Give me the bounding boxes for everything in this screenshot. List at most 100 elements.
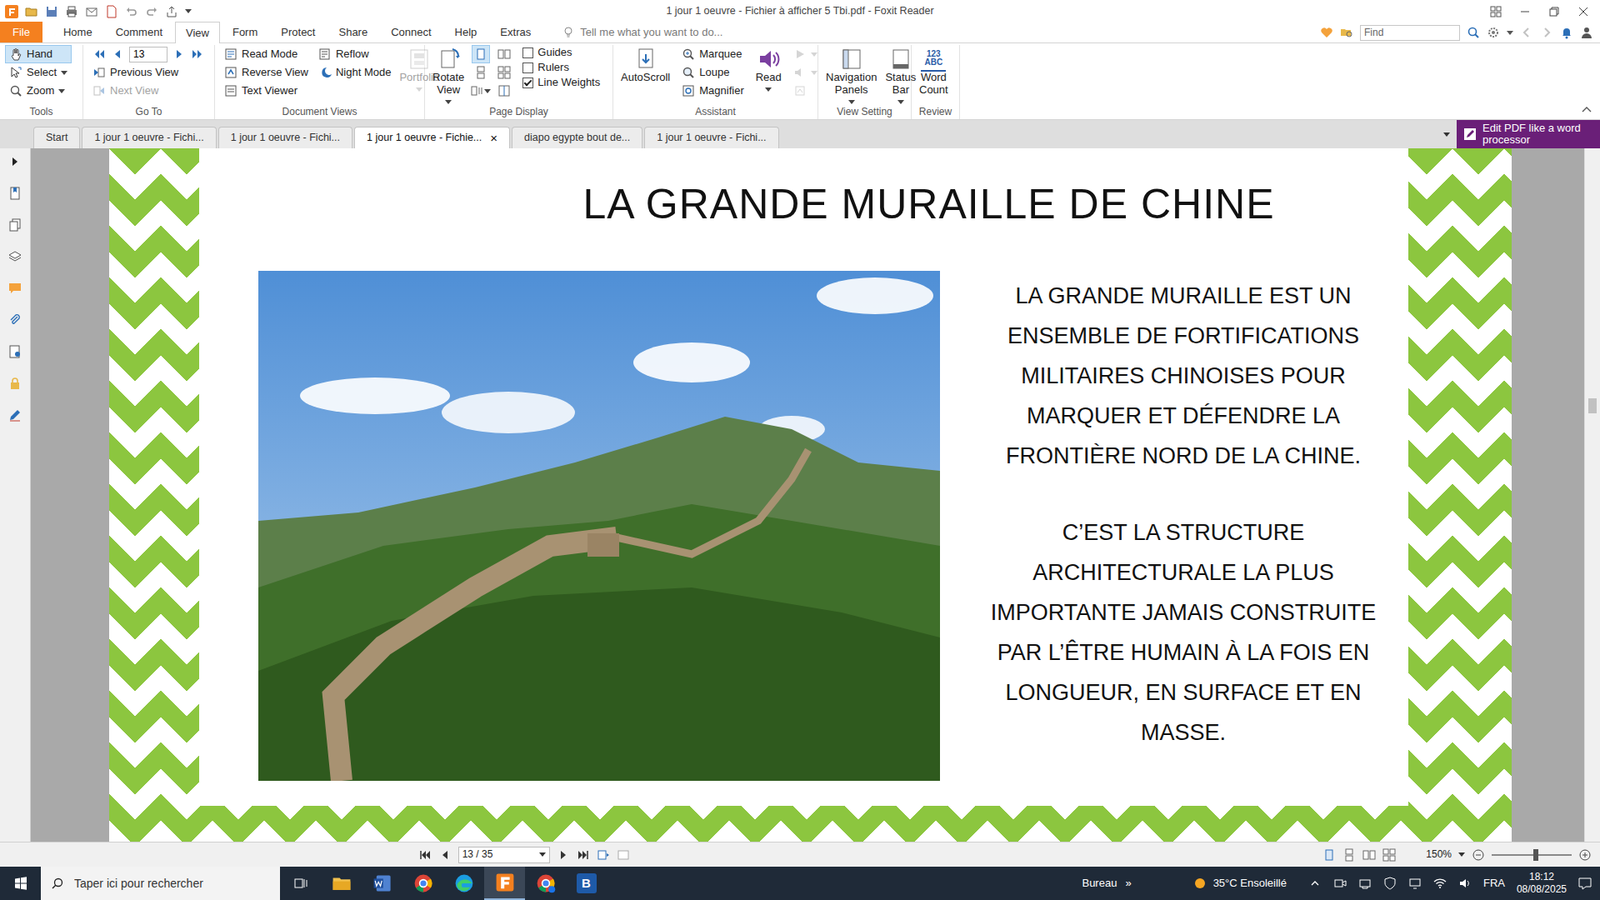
last-page-icon[interactable] [576,848,590,862]
zoom-dropdown-icon[interactable] [1458,852,1465,857]
signatures-icon[interactable] [8,345,22,359]
fit-page-icon[interactable] [596,848,610,862]
foxit-logo-icon[interactable] [5,5,19,19]
save-icon[interactable] [45,5,59,19]
help-tab[interactable]: Help [444,21,489,43]
back-icon[interactable] [1520,25,1534,40]
home-tab[interactable]: Home [52,21,104,43]
settings-arrow-icon[interactable] [1506,30,1514,35]
redo-icon[interactable] [145,5,159,19]
zoom-button[interactable]: Zoom [5,81,72,100]
editor-banner[interactable]: Edit PDF like a word processor [1456,120,1600,149]
next-page-icon[interactable] [556,848,570,862]
vertical-scrollbar[interactable] [1584,148,1600,842]
document-tab[interactable]: 1 jour 1 oeuvre - Fichi... [644,126,779,149]
single-page-button[interactable] [471,45,490,64]
reflow-button[interactable]: Reflow [314,45,395,64]
share-icon[interactable] [165,5,179,19]
find-input[interactable] [1360,25,1460,41]
zoom-out-icon[interactable] [1471,848,1485,862]
heart-icon[interactable] [1320,25,1334,40]
toolbar-expand[interactable]: » [1125,876,1131,890]
task-view-button[interactable] [280,866,321,900]
guides-option[interactable]: Guides [518,45,605,60]
taskbar-search-input[interactable] [72,875,280,892]
collapse-ribbon-icon[interactable] [1580,102,1594,116]
select-button[interactable]: Select [5,63,72,82]
text-viewer-button[interactable]: Text Viewer [220,81,313,100]
foxit-reader-app[interactable] [484,866,525,900]
split-button[interactable] [495,81,514,100]
read-rate-button[interactable] [789,81,822,100]
hidden-icons-chevron-icon[interactable] [1308,876,1322,890]
undo-icon[interactable] [125,5,139,19]
first-page-icon[interactable] [92,47,106,61]
page-number-input[interactable] [129,46,168,63]
email-icon[interactable] [85,5,99,19]
zoom-slider[interactable] [1491,854,1572,856]
status-bar-button[interactable]: Status Bar [882,45,919,105]
bookmarks-icon[interactable] [8,186,22,200]
read-play-button[interactable] [789,45,822,64]
display-icon[interactable] [1408,876,1422,890]
comments-icon[interactable] [8,281,22,295]
print-icon[interactable] [65,5,79,19]
reverse-view-button[interactable]: Reverse View [220,63,313,82]
last-page-icon[interactable] [190,47,205,61]
desktop-toolbar[interactable]: Bureau [1081,876,1117,890]
document-tab[interactable]: 1 jour 1 oeuvre - Fichi... [218,126,353,149]
previous-page-icon[interactable] [438,848,452,862]
read-volume-button[interactable] [789,63,822,82]
notifications-icon[interactable] [1578,876,1592,890]
view-tab[interactable]: View [175,21,220,44]
continuous-facing-view-icon[interactable] [1382,848,1396,862]
volume-tray-icon[interactable] [1458,876,1472,890]
zoom-value[interactable]: 150% [1425,848,1452,860]
fit-width-icon[interactable] [616,848,630,862]
close-tab-button[interactable]: × [490,130,498,146]
continuous-button[interactable] [471,63,490,82]
settings-gear-icon[interactable] [1486,25,1500,40]
separate-cover-button[interactable] [471,81,490,100]
ribbon-display-icon[interactable] [1489,5,1503,19]
first-page-icon[interactable] [418,848,432,862]
file-explorer-app[interactable] [320,866,362,900]
defender-icon[interactable] [1383,876,1397,890]
b-app[interactable]: B [565,866,607,900]
customize-arrow-icon[interactable] [185,9,192,14]
taskbar-search[interactable] [40,866,280,900]
line-weights-option[interactable]: Line Weights [518,75,605,90]
close-icon[interactable] [1576,5,1590,19]
extras-tab[interactable]: Extras [489,21,542,43]
pages-icon[interactable] [8,218,22,232]
comment-tab[interactable]: Comment [105,21,174,43]
attachments-icon[interactable] [8,313,22,327]
restore-icon[interactable] [1547,5,1561,19]
chrome-app[interactable] [402,866,444,900]
rulers-checkbox[interactable] [522,62,534,74]
facing-view-icon[interactable] [1362,848,1376,862]
network-device-icon[interactable] [1358,876,1372,890]
file-tab[interactable]: File [0,21,43,43]
word-app[interactable] [361,866,403,900]
bell-icon[interactable] [1560,25,1574,40]
meet-now-icon[interactable] [1333,876,1347,890]
wifi-icon[interactable] [1433,876,1447,890]
read-button[interactable]: Read [753,45,785,92]
layers-icon[interactable] [8,250,22,264]
forward-icon[interactable] [1540,25,1554,40]
expand-panel-icon[interactable] [8,155,22,169]
share-tab[interactable]: Share [327,21,379,43]
next-view-button[interactable]: Next View [88,81,209,100]
zoom-in-icon[interactable] [1578,848,1592,862]
start-button[interactable] [0,866,41,900]
continuous-view-icon[interactable] [1342,848,1356,862]
open-icon[interactable] [25,5,39,19]
user-icon[interactable] [1580,25,1594,40]
clock[interactable]: 18:1208/08/2025 [1516,870,1567,896]
tell-me-box[interactable]: Tell me what you want to do... [561,25,723,40]
document-tab[interactable]: 1 jour 1 oeuvre - Fichi... [81,126,216,149]
navigation-panels-button[interactable]: Navigation Panels [823,45,880,105]
read-mode-button[interactable]: Read Mode [220,45,313,64]
minimize-icon[interactable] [1518,5,1532,19]
